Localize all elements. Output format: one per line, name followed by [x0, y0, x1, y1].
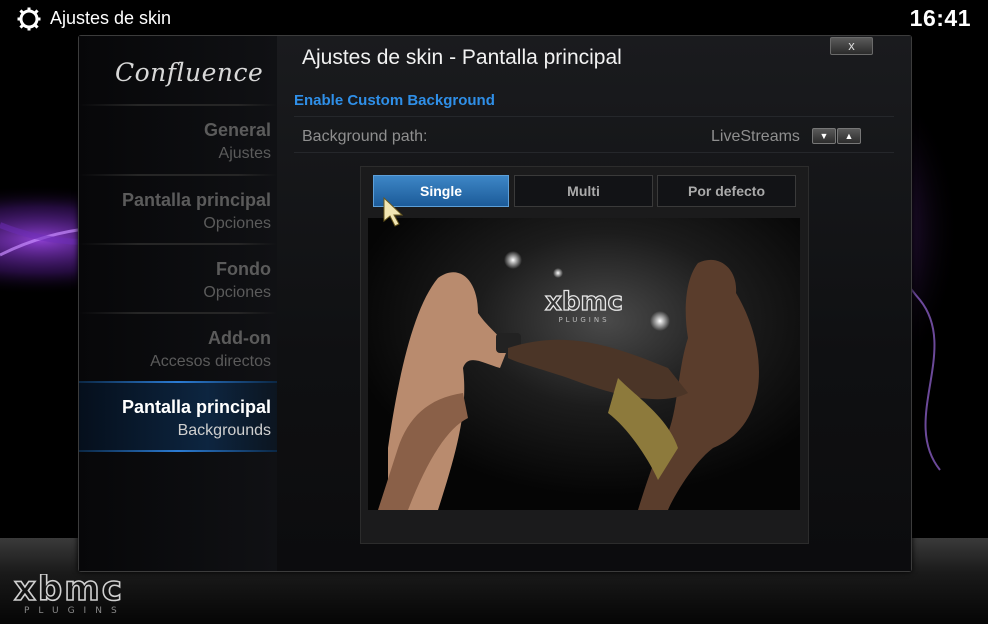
clock: 16:41: [909, 5, 971, 31]
preview-image: xbmc PLUGINS: [368, 218, 800, 510]
menu-item-sub-label: Backgrounds: [177, 422, 271, 439]
row-divider: [294, 152, 894, 153]
skin-settings-dialog: Confluence General Ajustes Pantalla prin…: [78, 35, 912, 572]
xbmc-plugins-logo: xbmc PLUGINS: [13, 574, 126, 616]
menu-item-sub-label: Opciones: [203, 284, 271, 301]
menu-item-pantalla-opciones[interactable]: Pantalla principal Opciones: [79, 176, 277, 244]
row-divider: [294, 116, 894, 117]
menu-item-addon[interactable]: Add-on Accesos directos: [79, 314, 277, 382]
enable-custom-background-toggle[interactable]: Enable Custom Background: [294, 92, 495, 109]
menu-item-fondo[interactable]: Fondo Opciones: [79, 245, 277, 313]
menu-item-pantalla-backgrounds[interactable]: Pantalla principal Backgrounds: [79, 383, 277, 451]
fighters-image: xbmc PLUGINS: [368, 218, 800, 510]
tab-por-defecto[interactable]: Por defecto: [657, 175, 796, 207]
close-button[interactable]: x: [830, 37, 873, 55]
menu-item-main-label: Pantalla principal: [121, 190, 271, 210]
svg-text:PLUGINS: PLUGINS: [558, 316, 609, 324]
background-path-value: LiveStreams: [711, 128, 800, 145]
menu-item-sub-label: Ajustes: [218, 145, 271, 162]
background-path-label[interactable]: Background path:: [302, 128, 427, 146]
menu-item-main-label: General: [203, 120, 271, 140]
top-header: Ajustes de skin 16:41: [0, 0, 988, 36]
menu-item-general[interactable]: General Ajustes: [79, 106, 277, 174]
active-highlight-line: [79, 450, 277, 452]
menu-item-sub-label: Accesos directos: [150, 353, 271, 370]
plugins-logo-text: PLUGINS: [24, 606, 126, 616]
confluence-logo: Confluence: [115, 58, 264, 87]
dialog-title: Ajustes de skin - Pantalla principal: [302, 46, 622, 69]
xbmc-logo-text: xbmc: [14, 574, 124, 609]
xbmc-watermark: xbmc: [545, 287, 623, 317]
mouse-cursor-icon: [383, 197, 404, 227]
arrow-up-icon: ▲: [844, 131, 854, 141]
gear-icon: [17, 7, 41, 31]
background-preview: Single Multi Por defecto xbmc PLUGINS: [360, 166, 809, 544]
tab-multi[interactable]: Multi: [514, 175, 653, 207]
menu-item-main-label: Add-on: [208, 328, 271, 348]
spin-up-button[interactable]: ▲: [837, 128, 861, 144]
menu-item-sub-label: Opciones: [203, 215, 271, 232]
category-menu: Confluence General Ajustes Pantalla prin…: [79, 36, 277, 571]
menu-item-main-label: Fondo: [216, 259, 271, 279]
menu-item-main-label: Pantalla principal: [121, 397, 271, 417]
header-title: Ajustes de skin: [50, 8, 172, 28]
arrow-down-icon: ▼: [819, 131, 829, 141]
spin-down-button[interactable]: ▼: [812, 128, 836, 144]
